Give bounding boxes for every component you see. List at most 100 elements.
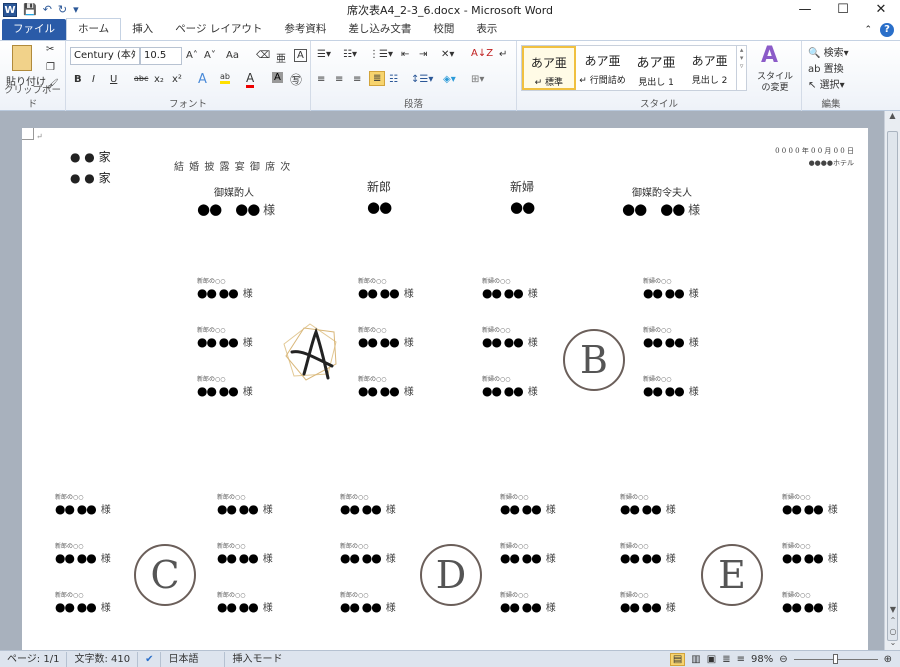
zoom-out-icon[interactable]: ⊖ <box>779 654 787 665</box>
tab-insert[interactable]: 挿入 <box>121 19 164 40</box>
minimize-button[interactable]: — <box>786 0 824 19</box>
numbering-button[interactable]: ☷▾ <box>343 49 357 60</box>
increase-indent-button[interactable]: ⇥ <box>419 49 427 60</box>
select-label: 選択 <box>819 80 840 91</box>
full-screen-reading-icon[interactable]: ▥ <box>691 654 700 665</box>
collapse-ribbon-icon[interactable]: ⌃ <box>864 25 872 35</box>
grow-font-button[interactable]: A˄ <box>186 50 198 61</box>
save-icon[interactable]: 💾 <box>23 3 37 16</box>
style-no-spacing[interactable]: あア亜 ↵ 行間詰め <box>576 46 630 90</box>
guest-name: ●● ●● <box>500 600 542 614</box>
font-size-select[interactable]: 10.5 <box>140 47 182 65</box>
borders-button[interactable]: ⊞▾ <box>471 74 484 85</box>
guest-name: ●● ●● <box>500 551 542 565</box>
word-app-icon[interactable]: W <box>3 2 17 17</box>
tab-file[interactable]: ファイル <box>2 19 66 40</box>
proofing-icon[interactable]: ✔ <box>138 651 162 667</box>
help-icon[interactable]: ? <box>880 23 894 37</box>
find-button[interactable]: 🔍 検索▾ <box>808 44 849 59</box>
distributed-button[interactable]: ☷ <box>389 74 398 85</box>
bullets-button[interactable]: ☰▾ <box>317 49 331 60</box>
justify-button[interactable]: ≣ <box>369 71 386 86</box>
draft-icon[interactable]: ≡ <box>737 654 745 665</box>
select-button[interactable]: ↖ 選択▾ <box>808 76 845 91</box>
zoom-in-icon[interactable]: ⊕ <box>884 654 892 665</box>
tab-home[interactable]: ホーム <box>66 18 122 40</box>
shading-button[interactable]: ◈▾ <box>443 74 456 85</box>
style-preview: あア亜 <box>691 54 728 68</box>
multilevel-list-button[interactable]: ⋮☰▾ <box>369 49 393 60</box>
guest-seat: 新婦の○○ ●● ●● 様 <box>782 494 838 516</box>
ribbon: 貼り付け ✂ ❐ 🖌 クリップボード Century (本ﾀ 10.5 A˄ A… <box>0 41 900 111</box>
phonetic-guide-button[interactable]: 亜 <box>276 50 286 65</box>
highlight-button[interactable]: ab <box>220 72 230 84</box>
web-layout-icon[interactable]: ▣ <box>707 654 716 665</box>
guest-name: ●● ●● <box>197 384 239 398</box>
superscript-button[interactable]: x² <box>172 74 182 85</box>
asian-layout-button[interactable]: ✕▾ <box>441 49 454 60</box>
tab-references[interactable]: 参考資料 <box>273 19 337 40</box>
decrease-indent-button[interactable]: ⇤ <box>401 49 409 60</box>
font-color-button[interactable]: A <box>246 71 255 88</box>
copy-icon[interactable]: ❐ <box>46 62 55 73</box>
align-center-button[interactable]: ≡ <box>335 74 343 85</box>
text-effects-button[interactable]: A <box>198 72 207 87</box>
undo-icon[interactable]: ↶ <box>43 3 52 16</box>
tab-mailings[interactable]: 差し込み文書 <box>337 19 422 40</box>
change-styles-button[interactable]: スタイルの変更 <box>753 72 797 94</box>
subscript-button[interactable]: x₂ <box>154 74 164 85</box>
word-count[interactable]: 文字数: 410 <box>67 651 139 667</box>
paragraph-mark: ↵ <box>36 132 43 141</box>
show-marks-button[interactable]: ↵ <box>499 49 507 60</box>
tab-page-layout[interactable]: ページ レイアウト <box>164 19 273 40</box>
tab-review[interactable]: 校閲 <box>422 19 465 40</box>
character-shading-button[interactable]: A <box>272 72 283 83</box>
zoom-level[interactable]: 98% <box>751 654 773 665</box>
change-case-button[interactable]: Aa <box>226 50 239 61</box>
styles-scroll[interactable]: ▴ ▾ ▿ <box>736 46 746 90</box>
character-border-button[interactable]: A <box>294 49 307 62</box>
customize-quick-access-icon[interactable]: ▾ <box>73 3 79 16</box>
browse-buttons[interactable]: ▼ ⌃ ○ ⌄ <box>885 604 900 648</box>
strikethrough-button[interactable]: abc <box>134 74 148 83</box>
honorific: 様 <box>262 603 273 614</box>
guest-seat: 新郎の○○ ●● ●● 様 <box>197 278 253 300</box>
language-indicator[interactable]: 日本語 <box>161 651 226 667</box>
find-label: 検索 <box>823 48 844 59</box>
align-left-button[interactable]: ≡ <box>317 74 325 85</box>
sort-button[interactable]: A↓Z <box>471 48 493 59</box>
maximize-button[interactable]: ☐ <box>824 0 862 19</box>
tab-view[interactable]: 表示 <box>465 19 508 40</box>
document-page[interactable]: ↵ ● ● 家 ● ● 家 結 婚 披 露 宴 御 席 次 0 0 0 0 年 … <box>22 128 868 650</box>
underline-button[interactable]: U <box>110 74 117 85</box>
shrink-font-button[interactable]: A˅ <box>204 50 216 61</box>
enclose-characters-button[interactable]: ㊢ <box>290 71 302 88</box>
cut-icon[interactable]: ✂ <box>46 44 54 55</box>
head-table-person: ●● ●● 様 <box>197 198 275 219</box>
bold-button[interactable]: B <box>74 74 82 85</box>
replace-button[interactable]: ab 置換 <box>808 60 844 75</box>
paste-icon[interactable] <box>12 45 32 71</box>
guest-seat: 新婦の○○ ●● ●● 様 <box>620 592 676 614</box>
close-button[interactable]: ✕ <box>862 0 900 19</box>
line-spacing-button[interactable]: ↕☰▾ <box>411 74 433 85</box>
align-right-button[interactable]: ≡ <box>353 74 361 85</box>
font-name-select[interactable]: Century (本ﾀ <box>70 47 140 65</box>
change-styles-icon[interactable]: A <box>761 43 778 68</box>
print-layout-icon[interactable]: ▤ <box>669 652 686 666</box>
guest-name: ●● ●● <box>55 551 97 565</box>
redo-icon[interactable]: ↻ <box>58 3 67 16</box>
clear-format-button[interactable]: ⌫ <box>256 50 270 61</box>
italic-button[interactable]: I <box>92 74 95 85</box>
scroll-up-icon[interactable]: ▲ <box>885 111 900 120</box>
outline-icon[interactable]: ≣ <box>722 654 730 665</box>
vertical-scrollbar[interactable]: ▲ ▼ ⌃ ○ ⌄ <box>884 111 900 650</box>
style-heading-2[interactable]: あア亜 見出し 2 <box>683 46 737 90</box>
style-normal[interactable]: あア亜 ↵ 標準 <box>522 46 576 90</box>
zoom-slider-thumb[interactable] <box>832 653 838 664</box>
style-heading-1[interactable]: あア亜 見出し 1 <box>629 46 683 90</box>
insert-mode[interactable]: 挿入モード <box>225 652 455 667</box>
scrollbar-thumb[interactable] <box>887 131 898 641</box>
page-count[interactable]: ページ: 1/1 <box>0 651 68 667</box>
zoom-slider[interactable] <box>793 653 878 664</box>
